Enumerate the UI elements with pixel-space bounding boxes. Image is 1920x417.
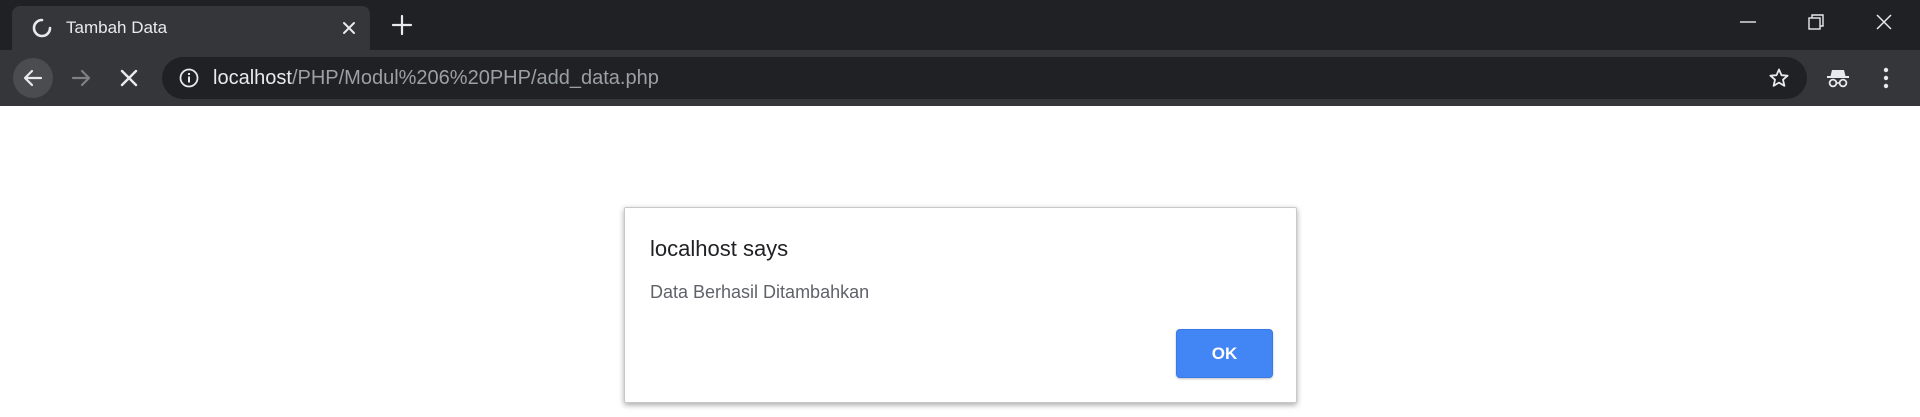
forward-button[interactable] bbox=[61, 58, 101, 98]
url-host: localhost bbox=[213, 67, 292, 89]
address-bar[interactable]: localhost/PHP/Modul%206%20PHP/add_data.p… bbox=[162, 57, 1807, 99]
arrow-left-icon bbox=[23, 69, 43, 87]
restore-button[interactable] bbox=[1782, 0, 1850, 44]
close-icon bbox=[1876, 14, 1892, 30]
minimize-button[interactable] bbox=[1714, 0, 1782, 44]
dialog-message: Data Berhasil Ditambahkan bbox=[650, 282, 870, 302]
url-path: /PHP/Modul%206%20PHP/add_data.php bbox=[291, 67, 659, 89]
browser-toolbar: localhost/PHP/Modul%206%20PHP/add_data.p… bbox=[0, 50, 1920, 106]
tab-title: Tambah Data bbox=[66, 18, 168, 37]
info-icon[interactable] bbox=[178, 67, 200, 89]
stop-icon bbox=[120, 69, 138, 87]
back-button[interactable] bbox=[13, 58, 53, 98]
stop-loading-button[interactable] bbox=[109, 58, 149, 98]
tab-close-icon[interactable] bbox=[338, 17, 360, 39]
browser-tab[interactable]: Tambah Data bbox=[12, 6, 370, 50]
page-content: localhost says Data Berhasil Ditambahkan… bbox=[0, 106, 1920, 417]
alert-dialog: localhost says Data Berhasil Ditambahkan… bbox=[624, 207, 1297, 403]
minimize-icon bbox=[1740, 21, 1756, 23]
star-icon[interactable] bbox=[1767, 66, 1791, 90]
loading-spinner-icon bbox=[31, 17, 53, 39]
tab-strip: Tambah Data bbox=[0, 0, 1920, 50]
dialog-title: localhost says bbox=[650, 236, 789, 261]
ok-button[interactable]: OK bbox=[1176, 329, 1273, 378]
close-window-button[interactable] bbox=[1850, 0, 1918, 44]
new-tab-icon[interactable] bbox=[390, 13, 414, 37]
more-menu-icon[interactable] bbox=[1876, 65, 1896, 91]
arrow-right-icon bbox=[71, 69, 91, 87]
restore-icon bbox=[1808, 14, 1824, 30]
incognito-icon[interactable] bbox=[1825, 66, 1851, 90]
url-text: localhost/PHP/Modul%206%20PHP/add_data.p… bbox=[213, 66, 659, 90]
